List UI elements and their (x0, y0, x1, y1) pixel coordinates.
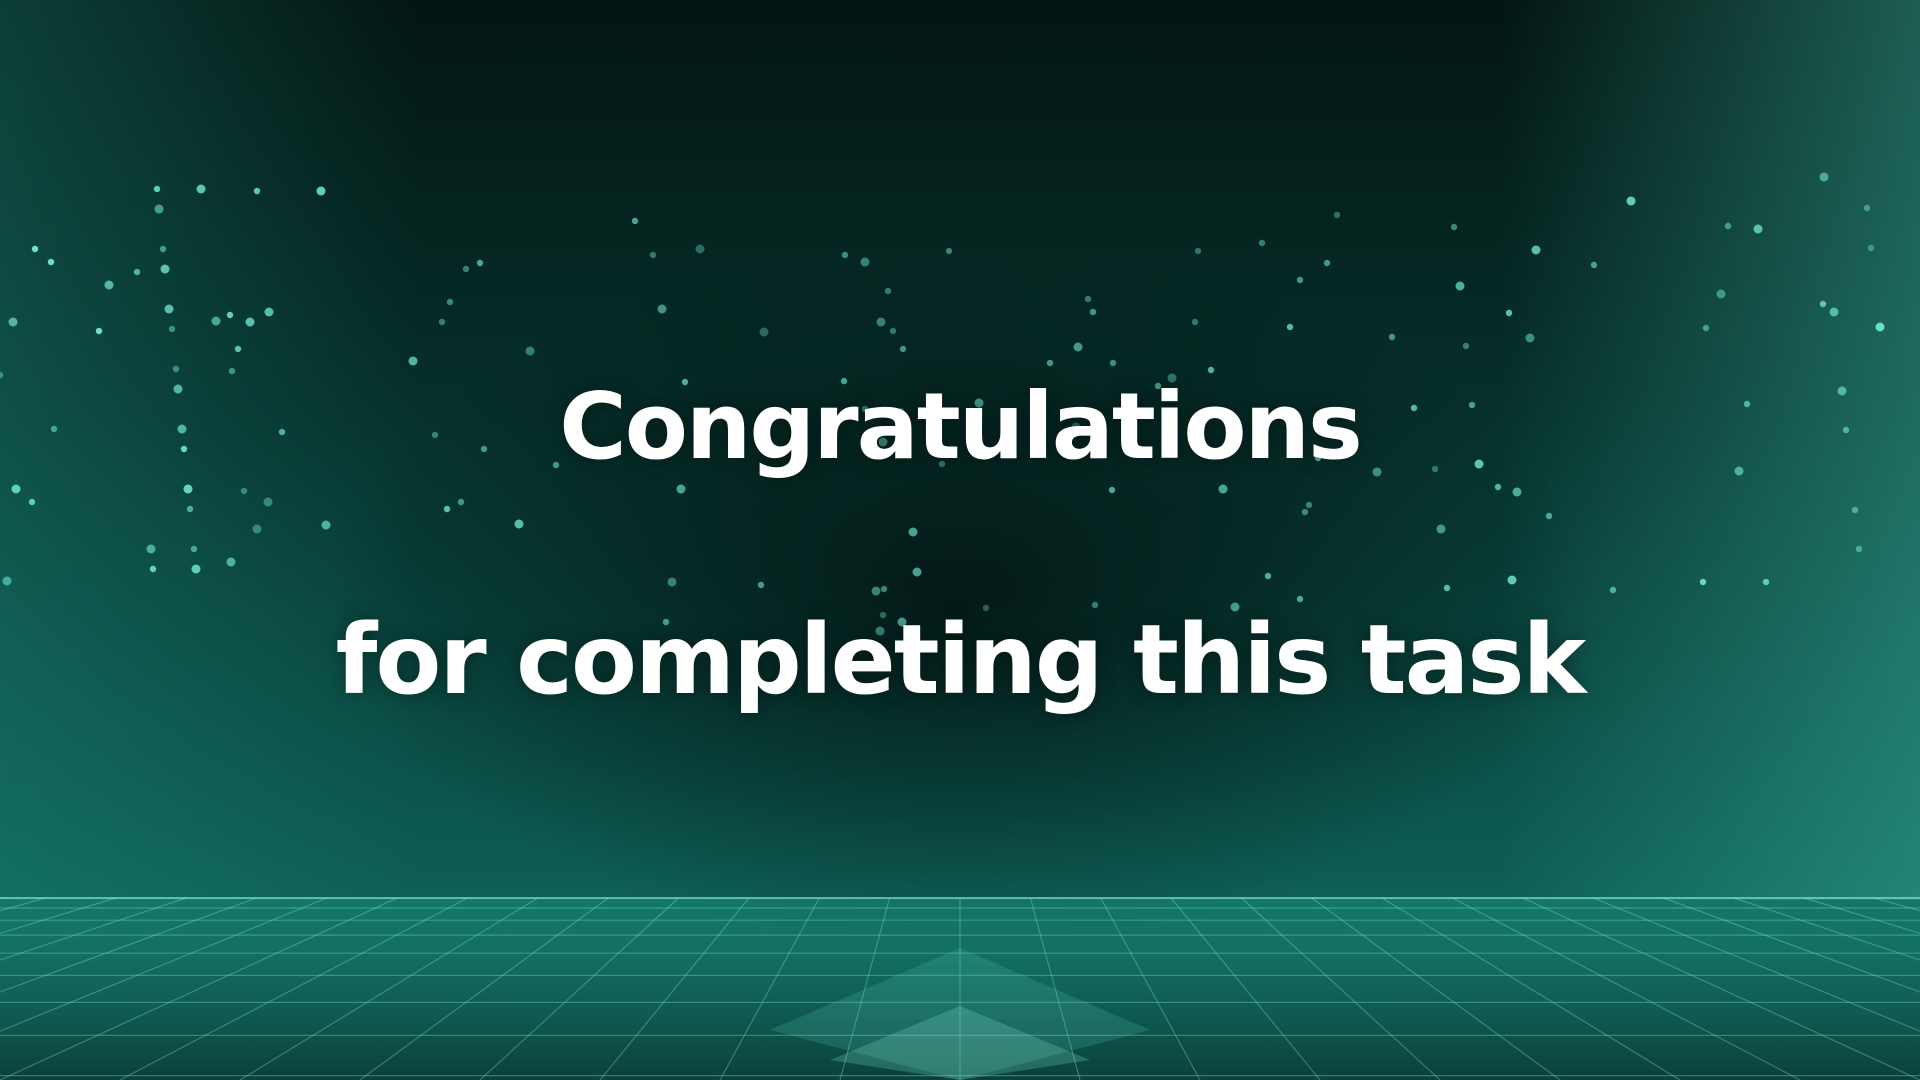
completion-screen: Congratulations for completing this task (0, 0, 1920, 1080)
headline-completion-message: for completing this task (335, 604, 1587, 716)
perspective-grid-icon (0, 897, 1920, 1080)
headline-congratulations: Congratulations (559, 373, 1363, 480)
